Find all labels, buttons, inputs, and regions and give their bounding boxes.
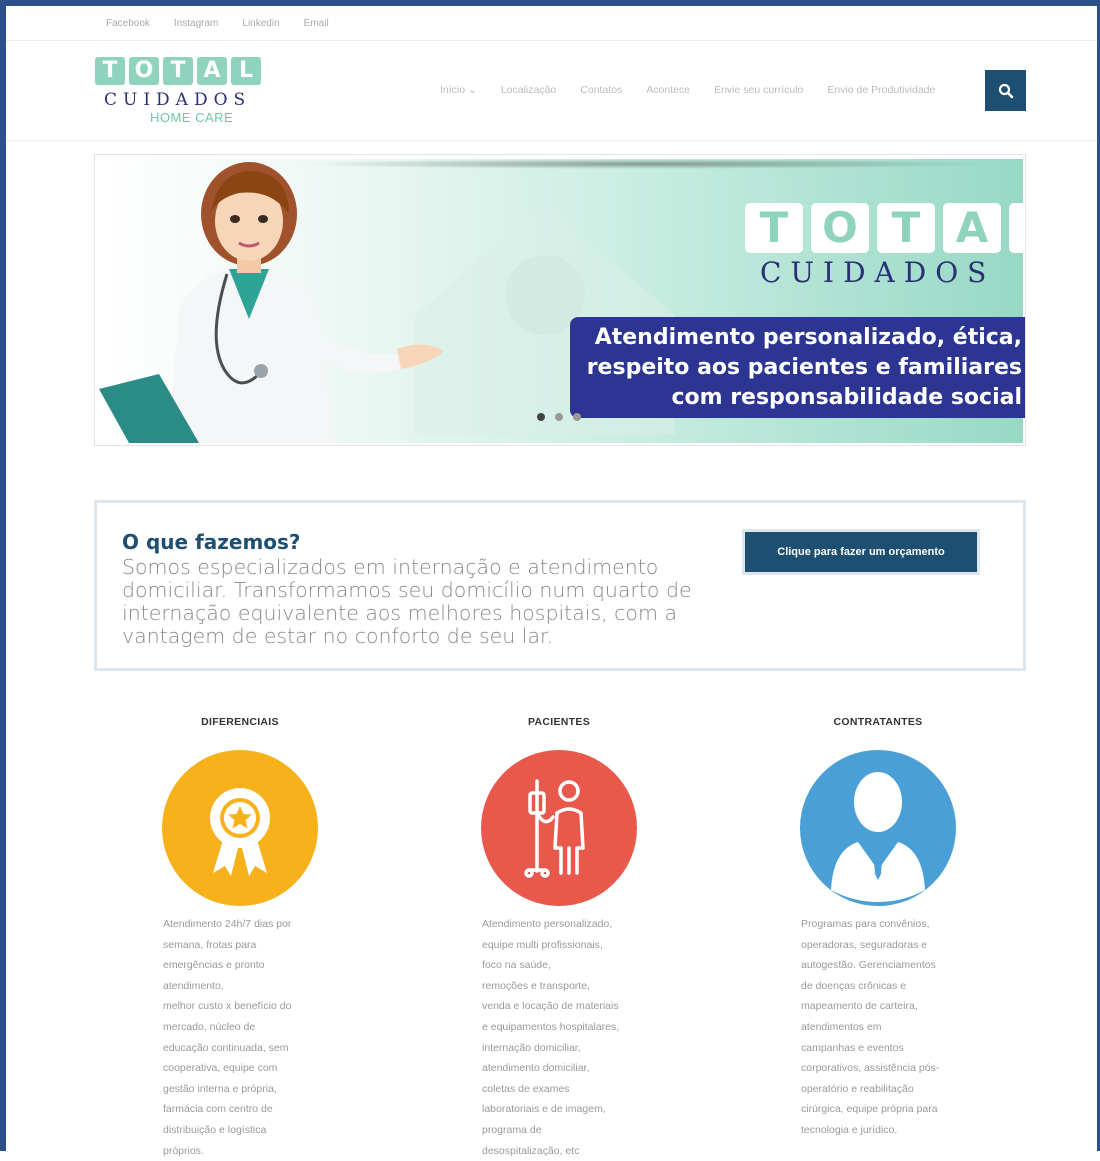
- text-line: remoções e transporte,: [482, 979, 590, 992]
- slide-logo-letters: T O T A L: [745, 203, 1025, 253]
- logo-letter: O: [129, 57, 159, 85]
- text-line: e equipamentos hospitalares,: [482, 1020, 620, 1033]
- text-line: operadoras, seguradoras e: [801, 938, 928, 951]
- text-line: autogestão. Gerenciamentos: [801, 959, 936, 972]
- slide-banner-text: Atendimento personalizado, ética, respei…: [587, 323, 1022, 413]
- header-divider: [6, 140, 1097, 141]
- logo-letter: T: [163, 57, 193, 85]
- logo-home-care: HOME CARE: [150, 110, 234, 125]
- search-button[interactable]: [985, 70, 1026, 111]
- logo-cuidados: CUIDADOS: [104, 90, 252, 110]
- site-logo[interactable]: T O T A L CUIDADOS HOME CARE: [95, 57, 265, 127]
- search-icon: [998, 83, 1013, 98]
- logo-letter: T: [95, 57, 125, 85]
- logo-letter: L: [231, 57, 261, 85]
- slider-dot-3[interactable]: [573, 413, 581, 421]
- nav-produtividade[interactable]: Envio de Produtividade: [827, 84, 935, 96]
- businessman-icon: [800, 750, 956, 906]
- text-line: gestão interna e própria,: [163, 1082, 277, 1095]
- slide-logo-letter: L: [1009, 203, 1025, 253]
- slide-logo-letter: T: [877, 203, 935, 253]
- text-line: campanhas e eventos: [801, 1041, 904, 1054]
- nav-contatos[interactable]: Contatos: [580, 84, 622, 96]
- hero-slider[interactable]: T O T A L CUIDADOS Atendimento personali…: [94, 154, 1026, 446]
- text-line: emergências e pronto: [163, 959, 265, 972]
- social-links: Facebook Instagram Linkedin Email: [106, 18, 329, 29]
- text-line: Atendimento 24h/7 dias por: [163, 918, 292, 930]
- column-pacientes: PACIENTES Atendimento personalizado, equ…: [459, 716, 659, 1161]
- window-frame-left: [0, 0, 6, 1151]
- text-line: internação domiciliar,: [482, 1041, 581, 1054]
- text-line: programa de: [482, 1123, 542, 1136]
- text-line: mapeamento de carteira,: [801, 1000, 918, 1013]
- window-frame-top: [0, 0, 1100, 6]
- column-text: Atendimento personalizado, equipe multi …: [459, 914, 659, 1161]
- column-text: Atendimento 24h/7 dias por semana, frota…: [140, 914, 340, 1161]
- nav-localizacao[interactable]: Localização: [501, 84, 556, 96]
- slide-line-2: respeito aos pacientes e familiares: [586, 355, 1022, 380]
- text-line: educação continuada, sem: [163, 1041, 289, 1054]
- nav-inicio[interactable]: Início ⌄: [440, 84, 477, 96]
- text-line: Atendimento personalizado,: [482, 918, 613, 930]
- slider-dot-1[interactable]: [537, 413, 545, 421]
- logo-letter: A: [197, 57, 227, 85]
- facebook-link[interactable]: Facebook: [106, 18, 150, 29]
- slide-line-3: com responsabilidade social: [671, 385, 1022, 410]
- top-divider: [6, 40, 1097, 41]
- quote-button[interactable]: Clique para fazer um orçamento: [742, 529, 980, 575]
- column-diferenciais: DIFERENCIAIS Atendimento 24h/7 dias por …: [140, 716, 340, 1161]
- column-contratantes: CONTRATANTES Programas para convênios, o…: [778, 716, 978, 1141]
- text-line: cirúrgica, equipe própria para: [801, 1103, 938, 1116]
- email-link[interactable]: Email: [304, 18, 329, 29]
- doctor-illustration: [99, 162, 444, 443]
- column-title: CONTRATANTES: [833, 716, 923, 728]
- slide-line-1: Atendimento personalizado, ética,: [594, 325, 1022, 350]
- nav-curriculo[interactable]: Envie seu currículo: [714, 84, 803, 96]
- nav-acontece[interactable]: Acontece: [646, 84, 690, 96]
- column-text: Programas para convênios, operadoras, se…: [778, 914, 978, 1141]
- instagram-link[interactable]: Instagram: [174, 18, 218, 29]
- text-line: Programas para convênios,: [801, 918, 930, 930]
- slide-banner: Atendimento personalizado, ética, respei…: [570, 317, 1025, 418]
- text-line: coletas de exames: [482, 1082, 570, 1095]
- text-line: atendimento domiciliar,: [482, 1062, 590, 1075]
- text-line: corporativos, assistência pós-: [801, 1062, 940, 1075]
- slide-logo-letter: T: [745, 203, 803, 253]
- text-line: melhor custo x benefício do: [163, 1000, 292, 1013]
- text-line: laboratoriais e de imagem,: [482, 1103, 606, 1116]
- what-we-do-box: O que fazemos? Somos especializados em i…: [94, 500, 1026, 671]
- linkedin-link[interactable]: Linkedin: [242, 18, 279, 29]
- main-nav: Início ⌄ Localização Contatos Acontece E…: [440, 84, 935, 96]
- text-line: operatório e reabilitação: [801, 1082, 914, 1095]
- text-line: atendimentos em: [801, 1020, 882, 1033]
- slide-cuidados: CUIDADOS: [760, 256, 996, 289]
- patient-iv-icon: [481, 750, 637, 906]
- text-line: de doenças crônicas e: [801, 979, 907, 992]
- cta-title: O que fazemos?: [122, 530, 301, 554]
- slide-logo-letter: A: [943, 203, 1001, 253]
- text-line: venda e locação de materiais: [482, 1000, 619, 1013]
- slide-logo: T O T A L: [745, 203, 1025, 253]
- text-line: tecnologia e jurídico.: [801, 1123, 898, 1136]
- text-line: semana, frotas para: [163, 938, 257, 951]
- award-badge-icon: [162, 750, 318, 906]
- text-line: atendimento,: [163, 979, 224, 992]
- slider-dots: [537, 413, 581, 421]
- text-line: cooperativa, equipe com: [163, 1062, 278, 1075]
- text-line: distribuição e logística: [163, 1123, 267, 1136]
- text-line: foco na saúde,: [482, 959, 551, 972]
- text-line: farmácia com centro de: [163, 1103, 273, 1116]
- text-line: equipe multi profissionais,: [482, 938, 603, 951]
- logo-letters: T O T A L: [95, 57, 265, 85]
- column-title: DIFERENCIAIS: [201, 716, 279, 728]
- cta-text: Somos especializados em internação e ate…: [122, 555, 692, 648]
- text-line: mercado, núcleo de: [163, 1020, 256, 1033]
- column-title: PACIENTES: [527, 716, 590, 728]
- slide-logo-letter: O: [811, 203, 869, 253]
- slider-dot-2[interactable]: [555, 413, 563, 421]
